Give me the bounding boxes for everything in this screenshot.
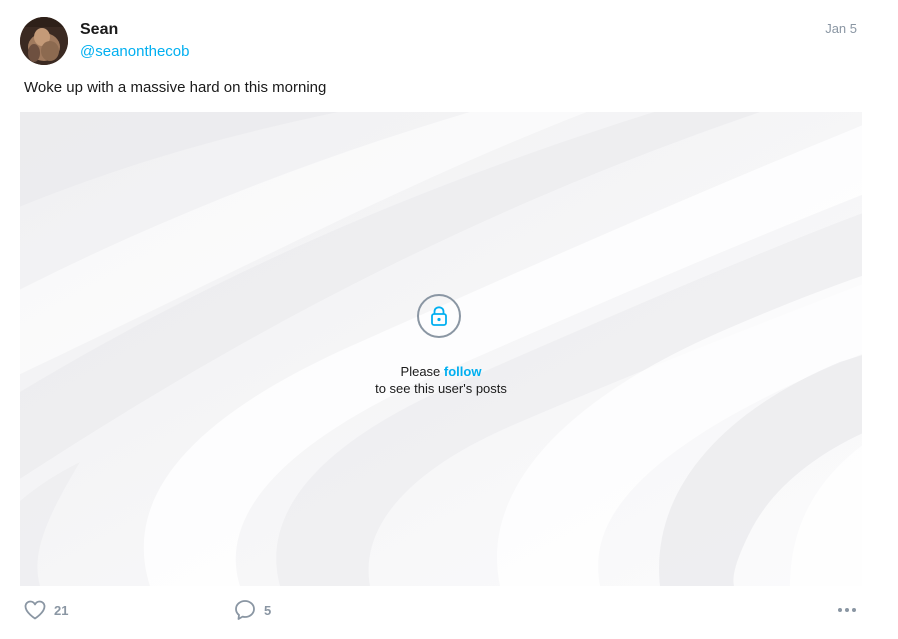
- likes-count: 21: [54, 602, 69, 618]
- author-name[interactable]: Sean: [80, 20, 118, 40]
- comment-button[interactable]: 5: [234, 596, 271, 624]
- avatar-image: [20, 17, 68, 65]
- follow-link[interactable]: follow: [444, 364, 482, 379]
- heart-icon: [24, 600, 46, 620]
- post-date[interactable]: Jan 5: [825, 20, 857, 38]
- post-card: Sean @seanonthecob Jan 5 Woke up with a …: [0, 0, 898, 639]
- more-options-button[interactable]: [836, 600, 858, 620]
- locked-media: Please follow to see this user's posts: [20, 112, 862, 586]
- author-handle[interactable]: @seanonthecob: [80, 42, 189, 61]
- lock-icon: [417, 294, 461, 338]
- comments-count: 5: [264, 602, 272, 618]
- lock-message-line2: to see this user's posts: [375, 381, 507, 396]
- post-text: Woke up with a massive hard on this morn…: [24, 79, 327, 96]
- lock-message-line1: Please follow: [20, 363, 862, 380]
- post-actions: 21 5: [0, 596, 898, 626]
- comment-bubble-icon: [235, 600, 255, 620]
- lock-overlay: Please follow to see this user's posts: [20, 112, 862, 586]
- more-dots-icon: [838, 608, 856, 612]
- please-text: Please: [400, 364, 441, 379]
- like-button[interactable]: 21: [24, 596, 68, 624]
- avatar[interactable]: [20, 17, 68, 65]
